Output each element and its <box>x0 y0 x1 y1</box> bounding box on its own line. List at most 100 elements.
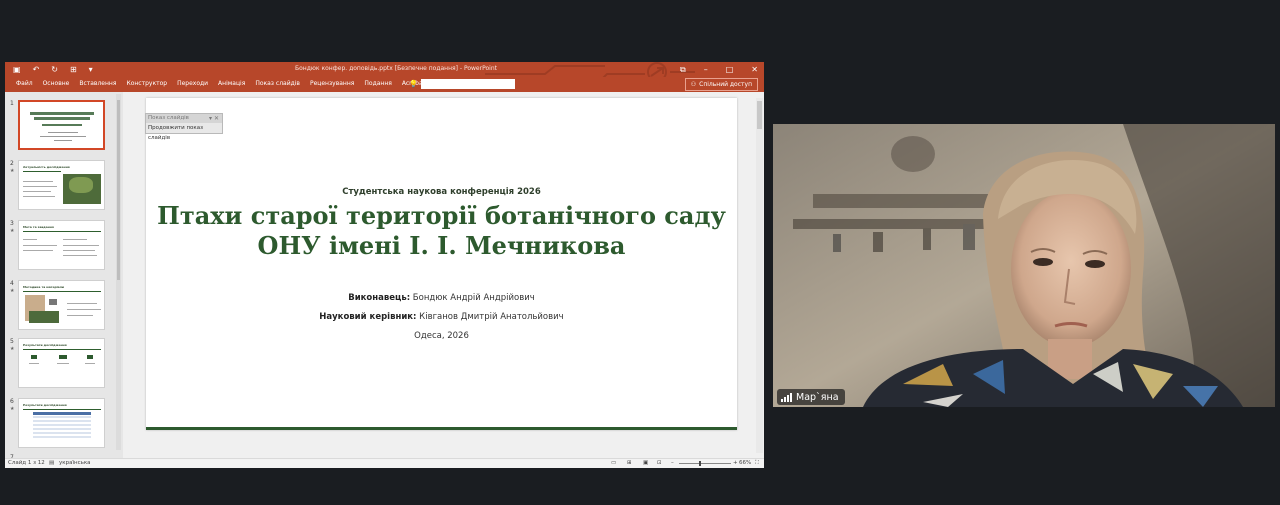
thumbnail-number: 4 <box>10 280 14 287</box>
tab-transitions[interactable]: Переходи <box>172 80 213 87</box>
slideshow-icon[interactable]: ⊞ <box>70 64 77 75</box>
thumbnail-row: 6 ★ Результати дослідження <box>5 398 115 450</box>
normal-view-icon[interactable]: ▭ <box>611 460 616 466</box>
advisor-label: Науковий керівник: <box>319 312 417 322</box>
undo-icon[interactable]: ↶ <box>33 64 40 75</box>
author-name: Бондюк Андрій Андрійович <box>412 293 535 303</box>
language-indicator[interactable]: українська <box>59 460 91 466</box>
tab-home[interactable]: Основне <box>38 80 75 87</box>
ribbon-tabs-bar: Файл Основне Вставлення Конструктор Пере… <box>5 77 764 92</box>
conference-subtitle: Студентська наукова конференція 2026 <box>342 187 541 197</box>
slide-thumbnail-4[interactable]: Методика та матеріали <box>18 280 105 330</box>
thumbnail-row: 1 <box>5 100 115 152</box>
restore-icon[interactable]: ⧉ <box>680 64 686 75</box>
animation-star-icon: ★ <box>10 406 15 412</box>
thumbnail-title: Актуальність дослідження <box>23 165 70 169</box>
tell-me-box: 💡 <box>409 79 515 89</box>
city-year: Одеса, 2026 <box>414 331 469 341</box>
slide-title-line1: Птахи старої території ботанічного саду <box>157 201 726 230</box>
slide-thumbnail-5[interactable]: Результати дослідження <box>18 338 105 388</box>
status-bar: Слайд 1 з 12 ▤ українська ▭ ⊞ ▣ ⊡ – + 66… <box>5 458 764 468</box>
meeting-stage: ▣ ↶ ↻ ⊞ ▾ Бондюк конфер. доповідь.pptx [… <box>0 0 1280 505</box>
window-controls: ⧉ – □ ✕ <box>680 64 758 75</box>
thumbnails-scrollbar[interactable] <box>116 94 121 450</box>
tab-insert[interactable]: Вставлення <box>74 80 121 87</box>
zoom-slider[interactable] <box>679 463 731 464</box>
animation-star-icon: ★ <box>10 288 15 294</box>
redo-icon[interactable]: ↻ <box>51 64 58 75</box>
maximize-icon[interactable]: □ <box>726 64 734 75</box>
resume-slideshow-button[interactable]: Продовжити показ слайдів <box>146 123 222 143</box>
person-icon: ⚇ <box>690 81 697 88</box>
thumbnail-title: Мета та завдання <box>23 225 54 229</box>
participant-name-tag: Мар`яна <box>777 389 845 405</box>
close-icon[interactable]: ▾ ✕ <box>209 114 219 123</box>
reading-view-icon[interactable]: ▣ <box>643 460 648 466</box>
slide-counter: Слайд 1 з 12 <box>8 460 45 466</box>
zoom-level[interactable]: 66% <box>739 460 751 466</box>
ribbon-tabs: Файл Основне Вставлення Конструктор Пере… <box>11 80 430 87</box>
qat-more-icon[interactable]: ▾ <box>89 64 93 75</box>
participant-video-frame <box>773 124 1275 407</box>
animation-star-icon: ★ <box>10 168 15 174</box>
slideshow-panel: Показ слайдів ▾ ✕ Продовжити показ слайд… <box>145 113 223 141</box>
thumbnail-number: 2 <box>10 160 14 167</box>
share-button[interactable]: ⚇ Спільний доступ <box>684 78 758 91</box>
participant-video[interactable] <box>773 124 1275 407</box>
slideshow-panel-header: Показ слайдів ▾ ✕ <box>146 114 222 123</box>
advisor-line: Науковий керівник: Ківганов Дмитрій Анат… <box>146 312 737 322</box>
tab-animations[interactable]: Анімація <box>213 80 250 87</box>
slide-edit-area: Студентська наукова конференція 2026 Пта… <box>123 92 764 458</box>
animation-star-icon: ★ <box>10 228 15 234</box>
thumbnail-number: 5 <box>10 338 14 345</box>
slide-bottom-bar <box>146 427 737 430</box>
advisor-name: Ківганов Дмитрій Анатольйович <box>419 312 564 322</box>
slide-thumbnail-3[interactable]: Мета та завдання <box>18 220 105 270</box>
tab-design[interactable]: Конструктор <box>121 80 172 87</box>
thumbnail-row: 5 ★ Результати дослідження <box>5 338 115 390</box>
author-label: Виконавець: <box>348 293 411 303</box>
thumbnail-title: Методика та матеріали <box>23 285 65 289</box>
tab-file[interactable]: Файл <box>11 80 38 87</box>
slide-sorter-icon[interactable]: ⊞ <box>627 460 632 466</box>
spellcheck-icon[interactable]: ▤ <box>49 460 54 466</box>
slideshow-view-icon[interactable]: ⊡ <box>657 460 662 466</box>
zoom-slider-handle[interactable] <box>699 461 701 466</box>
slide-thumbnails-pane: 1 2 ★ Актуальність дослідження 3 ★ Мета … <box>5 92 123 461</box>
current-slide[interactable]: Студентська наукова конференція 2026 Пта… <box>146 98 737 430</box>
thumbnail-title: Результати дослідження <box>23 343 67 347</box>
share-label: Спільний доступ <box>699 81 752 88</box>
save-icon[interactable]: ▣ <box>13 64 21 75</box>
animation-star-icon: ★ <box>10 346 15 352</box>
title-bar: ▣ ↶ ↻ ⊞ ▾ Бондюк конфер. доповідь.pptx [… <box>5 62 764 87</box>
document-title: Бондюк конфер. доповідь.pptx [Безпечне п… <box>295 65 497 72</box>
zoom-out-icon[interactable]: – <box>671 460 674 466</box>
tell-me-input[interactable] <box>420 79 515 89</box>
close-icon[interactable]: ✕ <box>751 64 758 75</box>
thumbnail-number: 3 <box>10 220 14 227</box>
tab-view[interactable]: Подання <box>359 80 396 87</box>
thumbnail-number: 6 <box>10 398 14 405</box>
thumbnail-number: 1 <box>10 100 14 107</box>
slideshow-panel-title: Показ слайдів <box>148 115 189 121</box>
slide-title: Птахи старої території ботанічного саду … <box>146 201 737 261</box>
quick-access-toolbar: ▣ ↶ ↻ ⊞ ▾ <box>13 64 93 75</box>
zoom-in-icon[interactable]: + <box>733 460 738 466</box>
tab-review[interactable]: Рецензування <box>305 80 359 87</box>
lightbulb-icon: 💡 <box>409 80 418 88</box>
slide-thumbnail-6[interactable]: Результати дослідження <box>18 398 105 448</box>
signal-strength-icon <box>781 392 792 402</box>
thumbnail-row: 4 ★ Методика та матеріали <box>5 280 115 332</box>
tab-slideshow[interactable]: Показ слайдів <box>250 80 305 87</box>
slide-scrollbar[interactable] <box>756 98 763 453</box>
participant-name: Мар`яна <box>796 391 839 403</box>
slide-thumbnail-2[interactable]: Актуальність дослідження <box>18 160 105 210</box>
slide-title-line2: ОНУ імені І. І. Мечникова <box>257 231 626 260</box>
fit-slide-icon[interactable]: ⛶ <box>755 460 759 467</box>
slide-thumbnail-1[interactable] <box>18 100 105 150</box>
shared-powerpoint-window: ▣ ↶ ↻ ⊞ ▾ Бондюк конфер. доповідь.pptx [… <box>5 62 764 468</box>
thumbnail-row: 2 ★ Актуальність дослідження <box>5 160 115 212</box>
thumbnail-title: Результати дослідження <box>23 403 67 407</box>
minimize-icon[interactable]: – <box>704 64 708 75</box>
author-line: Виконавець: Бондюк Андрій Андрійович <box>146 293 737 303</box>
